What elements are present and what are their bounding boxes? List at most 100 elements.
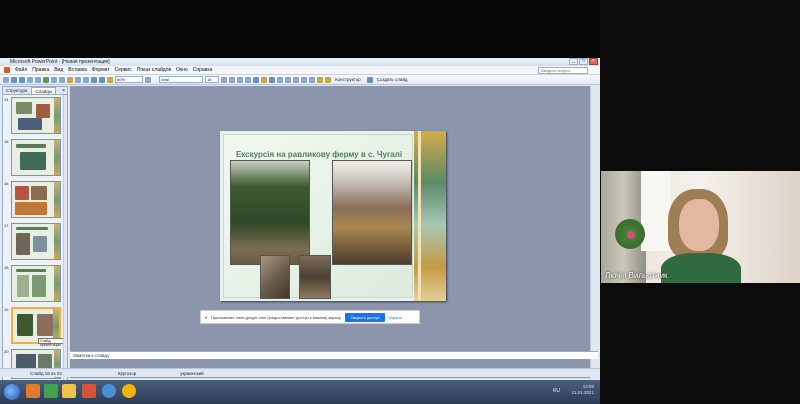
align-center-icon[interactable]: [261, 76, 267, 83]
menu-help[interactable]: Справка: [193, 67, 213, 73]
slide-title[interactable]: Екскурсія на равликову ферму в с. Чугалі: [224, 150, 414, 159]
save-icon[interactable]: [19, 76, 25, 83]
cut-icon[interactable]: [51, 76, 57, 83]
media-icon[interactable]: [44, 384, 58, 398]
spelling-icon[interactable]: [43, 76, 49, 83]
slide-number: 15: [4, 139, 9, 144]
chrome-icon[interactable]: [102, 384, 116, 398]
participant-body: [661, 253, 741, 283]
browser-icon[interactable]: [26, 384, 40, 398]
undo-icon[interactable]: [75, 76, 81, 83]
photo-snail[interactable]: [260, 255, 290, 299]
slide-number: 14: [4, 97, 9, 102]
minimize-button[interactable]: _: [569, 58, 578, 65]
participant-video-tile[interactable]: Лючія Вильотник: [601, 171, 800, 283]
menu-edit[interactable]: Правка: [32, 67, 49, 73]
chart-icon[interactable]: [91, 76, 97, 83]
notes-placeholder: Заметки к слайду: [73, 353, 110, 358]
font-color-icon[interactable]: [317, 76, 323, 83]
vertical-scrollbar[interactable]: [590, 86, 598, 378]
paste-icon[interactable]: [67, 76, 73, 83]
pane-close-icon[interactable]: ×: [62, 87, 65, 95]
tab-slides[interactable]: Слайды: [31, 87, 57, 94]
menu-view[interactable]: Вид: [54, 67, 63, 73]
menu-insert[interactable]: Вставка: [68, 67, 87, 73]
design-button[interactable]: Конструктор: [335, 77, 361, 82]
notification-icon: ⏸: [205, 314, 207, 320]
indent-icon[interactable]: [309, 76, 315, 83]
new-icon[interactable]: [3, 76, 9, 83]
help-icon[interactable]: [145, 76, 151, 83]
slide-content-area: Екскурсія на равликову ферму в с. Чугалі: [223, 134, 414, 299]
table-icon[interactable]: [99, 76, 105, 83]
new-slide-button[interactable]: Создать слайд: [377, 77, 408, 82]
font-size-select[interactable]: 18: [205, 76, 219, 83]
underline-icon[interactable]: [237, 76, 243, 83]
notes-pane[interactable]: Заметки к слайду: [70, 351, 598, 359]
align-left-icon[interactable]: [253, 76, 259, 83]
pane-tabs: Структура Слайды: [3, 87, 67, 95]
new-slide-icon[interactable]: [366, 76, 373, 83]
powerpoint-taskbar-icon[interactable]: [82, 384, 96, 398]
close-button[interactable]: ×: [589, 58, 598, 65]
slide-thumbnail[interactable]: [11, 97, 61, 134]
slide-thumbnail[interactable]: [11, 139, 61, 176]
bullets-icon[interactable]: [285, 76, 291, 83]
insert-picture-icon[interactable]: [107, 76, 113, 83]
design-icon[interactable]: [325, 76, 331, 83]
slide-thumbnail[interactable]: [11, 223, 61, 260]
slide-decorative-band: [414, 131, 446, 301]
chrome-2-icon[interactable]: [122, 384, 136, 398]
slide-thumbnail[interactable]: [11, 181, 61, 218]
video-window: [641, 171, 671, 251]
font-select[interactable]: Arial: [159, 76, 203, 83]
font-size-down-icon[interactable]: [301, 76, 307, 83]
start-button-icon[interactable]: [4, 384, 20, 400]
toolbar: 60% Arial 18 Конструктор Создать слайд: [0, 75, 600, 85]
photo-farm-group[interactable]: [332, 160, 412, 265]
numbering-icon[interactable]: [277, 76, 283, 83]
status-language: украинский: [180, 370, 204, 376]
photo-forest-road[interactable]: [230, 160, 310, 265]
stop-sharing-button[interactable]: Закрыть доступ: [345, 312, 385, 322]
help-search-input[interactable]: Введите вопрос: [538, 67, 588, 74]
menu-window[interactable]: Окно: [176, 67, 188, 73]
maximize-button[interactable]: □: [579, 58, 588, 65]
slide-number: 18: [4, 265, 9, 270]
tray-icons[interactable]: RU: [553, 388, 560, 394]
slide-number: 19: [4, 307, 9, 312]
shadow-icon[interactable]: [245, 76, 251, 83]
italic-icon[interactable]: [229, 76, 235, 83]
tray-date: 21.01.2021: [571, 390, 594, 395]
slide-canvas[interactable]: Екскурсія на равликову ферму в с. Чугалі: [220, 131, 446, 301]
menu-format[interactable]: Формат: [92, 67, 110, 73]
tray-lang[interactable]: RU: [553, 388, 560, 394]
tray-clock[interactable]: 13:03 21.01.2021: [571, 384, 594, 396]
powerpoint-icon: [4, 67, 10, 73]
copy-icon[interactable]: [59, 76, 65, 83]
folder-icon[interactable]: [62, 384, 76, 398]
slide-thumbnail[interactable]: [11, 265, 61, 302]
open-icon[interactable]: [11, 76, 17, 83]
preview-icon[interactable]: [35, 76, 41, 83]
hide-notification-link[interactable]: Скрыть: [389, 315, 403, 320]
slides-pane-scrollbar[interactable]: [63, 95, 67, 387]
window-controls: _ □ ×: [569, 58, 598, 66]
menu-tools[interactable]: Сервис: [115, 67, 132, 73]
slide-number: 17: [4, 223, 9, 228]
screen-share-notification: ⏸ Приложение meet.google.com предоставля…: [200, 310, 420, 324]
bold-icon[interactable]: [221, 76, 227, 83]
menu-bar: Файл Правка Вид Вставка Формат Сервис По…: [0, 66, 600, 75]
photo-snail-rows[interactable]: [299, 255, 331, 299]
align-right-icon[interactable]: [269, 76, 275, 83]
menu-slideshow[interactable]: Показ слайдов: [137, 67, 171, 73]
print-icon[interactable]: [27, 76, 33, 83]
font-size-up-icon[interactable]: [293, 76, 299, 83]
tab-outline[interactable]: Структура: [3, 87, 30, 94]
redo-icon[interactable]: [83, 76, 89, 83]
status-slide-count: Слайд 19 из 22: [30, 370, 62, 376]
participant-name: Лючія Вильотник: [605, 271, 668, 280]
window-titlebar: Microsoft PowerPoint - [Новая презентаци…: [0, 58, 600, 66]
menu-file[interactable]: Файл: [15, 67, 27, 73]
zoom-select[interactable]: 60%: [115, 76, 143, 83]
